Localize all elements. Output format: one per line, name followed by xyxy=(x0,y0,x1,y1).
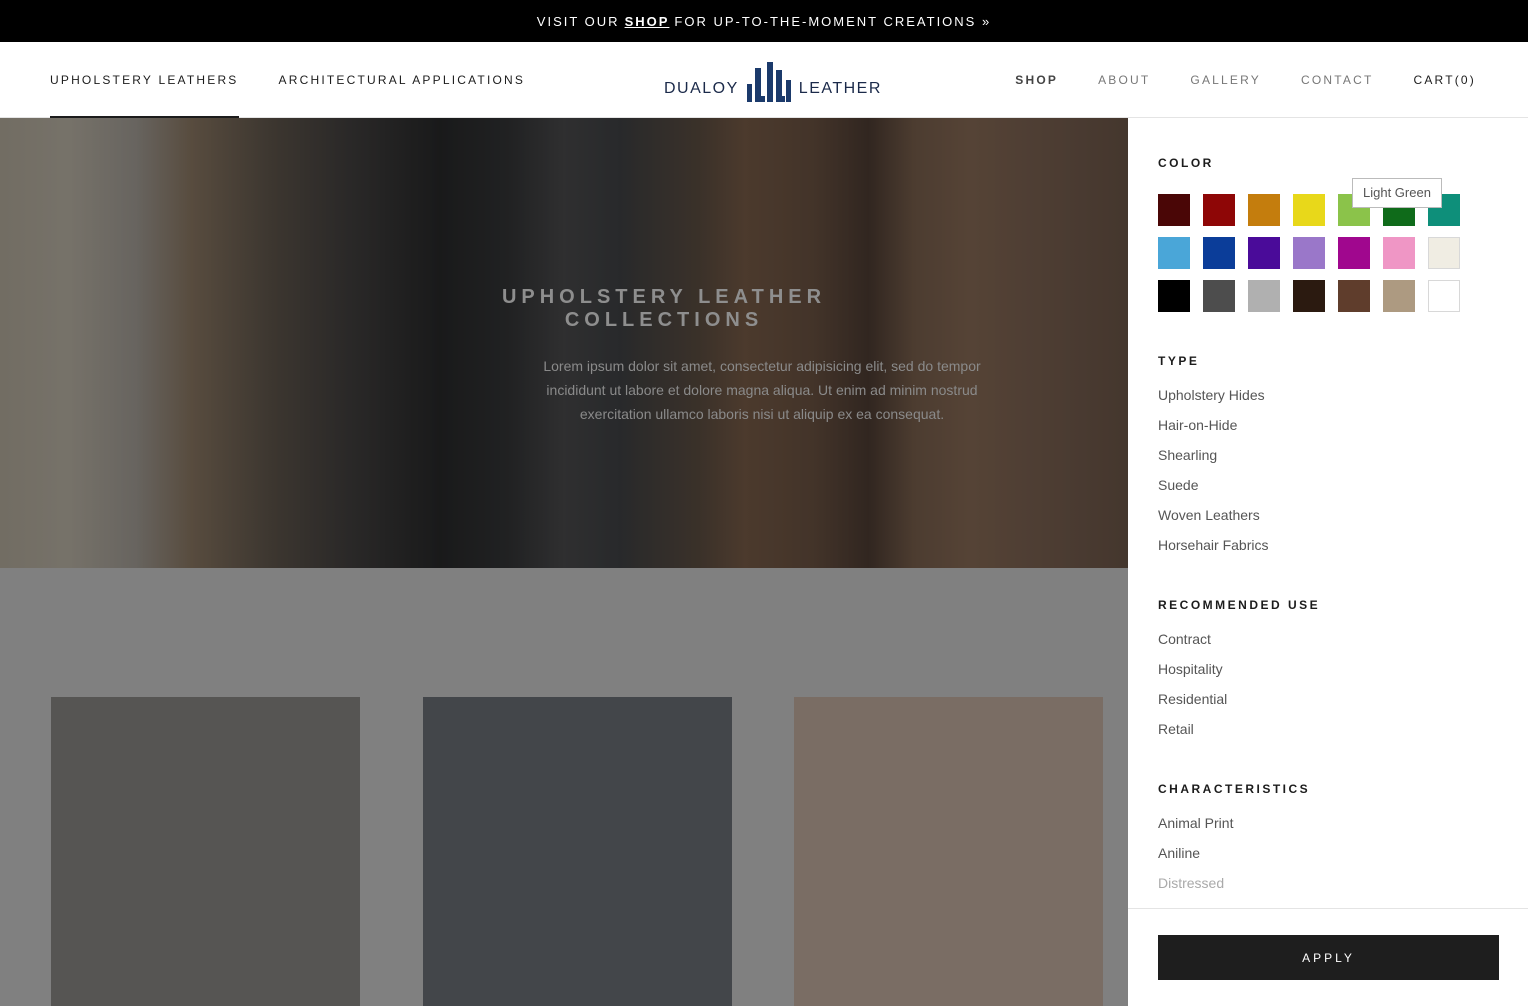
filter-color-title: COLOR xyxy=(1158,156,1214,170)
color-swatch[interactable] xyxy=(1158,280,1190,312)
nav-cart[interactable]: CART(0) xyxy=(1413,73,1476,87)
announcement-shop-link[interactable]: SHOP xyxy=(625,14,670,29)
nav-contact[interactable]: CONTACT xyxy=(1301,73,1374,87)
product-card[interactable] xyxy=(794,697,1103,1006)
characteristics-options: Animal Print Aniline Distressed Pull-up xyxy=(1158,808,1503,908)
filter-panel-footer: APPLY xyxy=(1128,908,1528,1006)
color-swatch[interactable] xyxy=(1293,194,1325,226)
nav-architectural-applications[interactable]: ARCHITECTURAL APPLICATIONS xyxy=(279,42,526,118)
color-tooltip: Light Green xyxy=(1352,178,1442,208)
apply-button[interactable]: APPLY xyxy=(1158,935,1499,980)
filter-option-upholstery-hides[interactable]: Upholstery Hides xyxy=(1158,380,1503,410)
color-swatch-grid xyxy=(1158,194,1503,312)
type-options: Upholstery Hides Hair-on-Hide Shearling … xyxy=(1158,380,1503,560)
filter-option-pull-up[interactable]: Pull-up xyxy=(1158,898,1503,908)
filter-option-aniline[interactable]: Aniline xyxy=(1158,838,1503,868)
color-swatch[interactable] xyxy=(1248,194,1280,226)
nav-upholstery-leathers[interactable]: UPHOLSTERY LEATHERS xyxy=(50,42,239,118)
color-swatch[interactable] xyxy=(1293,237,1325,269)
color-swatch[interactable] xyxy=(1383,237,1415,269)
use-options: Contract Hospitality Residential Retail xyxy=(1158,624,1503,744)
announcement-suffix: FOR UP-TO-THE-MOMENT CREATIONS » xyxy=(674,13,992,29)
color-swatch[interactable] xyxy=(1338,237,1370,269)
right-nav: SHOP ABOUT GALLERY CONTACT CART(0) xyxy=(1015,42,1476,118)
nav-about[interactable]: ABOUT xyxy=(1098,73,1150,87)
color-swatch[interactable] xyxy=(1293,280,1325,312)
filter-option-retail[interactable]: Retail xyxy=(1158,714,1503,744)
left-nav: UPHOLSTERY LEATHERS ARCHITECTURAL APPLIC… xyxy=(50,42,525,118)
color-swatch[interactable] xyxy=(1383,280,1415,312)
color-swatch[interactable] xyxy=(1428,237,1460,269)
nav-shop[interactable]: SHOP xyxy=(1015,73,1058,87)
announcement-bar: VISIT OUR SHOP FOR UP-TO-THE-MOMENT CREA… xyxy=(0,0,1528,42)
hero-content: UPHOLSTERY LEATHER COLLECTIONS Lorem ips… xyxy=(0,286,1128,426)
filter-option-hair-on-hide[interactable]: Hair-on-Hide xyxy=(1158,410,1503,440)
hero-title: UPHOLSTERY LEATHER COLLECTIONS xyxy=(501,286,827,331)
nav-gallery[interactable]: GALLERY xyxy=(1190,73,1261,87)
hero-description: Lorem ipsum dolor sit amet, consectetur … xyxy=(543,358,981,422)
color-swatch[interactable] xyxy=(1338,280,1370,312)
product-card[interactable] xyxy=(423,697,732,1006)
color-swatch[interactable] xyxy=(1203,237,1235,269)
color-swatch[interactable] xyxy=(1158,194,1190,226)
filter-characteristics-title: CHARACTERISTICS xyxy=(1158,782,1311,796)
filter-option-woven-leathers[interactable]: Woven Leathers xyxy=(1158,500,1503,530)
logo-word-right: LEATHER xyxy=(798,80,882,97)
filter-option-distressed[interactable]: Distressed xyxy=(1158,868,1503,898)
filter-option-animal-print[interactable]: Animal Print xyxy=(1158,808,1503,838)
color-swatch[interactable] xyxy=(1248,237,1280,269)
filter-option-horsehair-fabrics[interactable]: Horsehair Fabrics xyxy=(1158,530,1503,560)
logo-word-left: DUALOY xyxy=(664,80,739,97)
site-logo[interactable]: DUALOY LEATHER xyxy=(664,58,882,102)
bars-logo-icon xyxy=(746,62,791,102)
announcement-prefix: VISIT OUR xyxy=(536,13,620,29)
filter-option-suede[interactable]: Suede xyxy=(1158,470,1503,500)
color-swatch[interactable] xyxy=(1248,280,1280,312)
hero-banner: UPHOLSTERY LEATHER COLLECTIONS Lorem ips… xyxy=(0,118,1128,568)
site-header: UPHOLSTERY LEATHERS ARCHITECTURAL APPLIC… xyxy=(0,42,1528,118)
color-swatch[interactable] xyxy=(1428,280,1460,312)
product-card[interactable] xyxy=(51,697,360,1006)
filter-option-hospitality[interactable]: Hospitality xyxy=(1158,654,1503,684)
filter-use-title: RECOMMENDED USE xyxy=(1158,598,1321,612)
color-swatch[interactable] xyxy=(1203,194,1235,226)
filter-type-title: TYPE xyxy=(1158,354,1200,368)
filter-option-shearling[interactable]: Shearling xyxy=(1158,440,1503,470)
filter-option-residential[interactable]: Residential xyxy=(1158,684,1503,714)
filter-panel: COLOR TYPE Upholstery Hides Hair-on-Hide… xyxy=(1128,118,1528,1006)
filter-scroll-area[interactable]: COLOR TYPE Upholstery Hides Hair-on-Hide… xyxy=(1158,118,1503,908)
filter-option-contract[interactable]: Contract xyxy=(1158,624,1503,654)
color-swatch[interactable] xyxy=(1158,237,1190,269)
color-swatch[interactable] xyxy=(1203,280,1235,312)
